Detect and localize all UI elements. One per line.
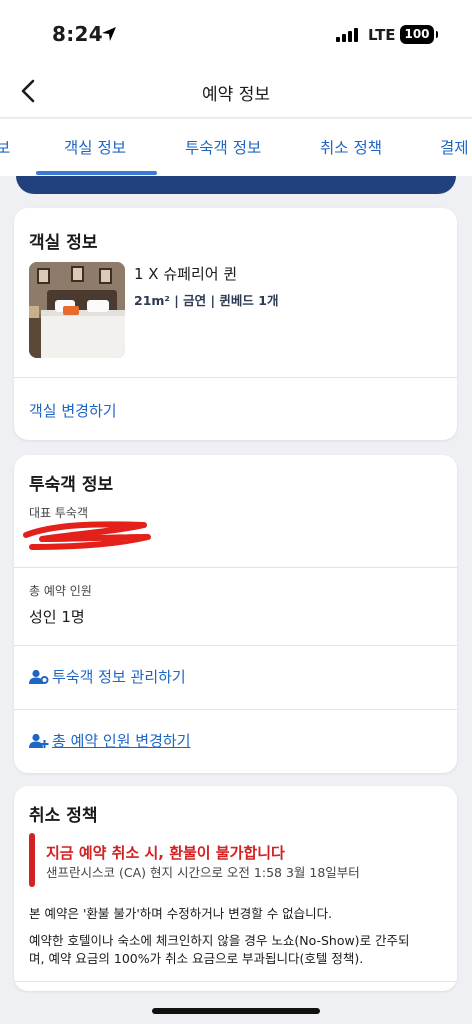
room-name: 1 X 슈페리어 퀸 (134, 265, 238, 283)
policy-line-3: 며, 예약 요금의 100%가 취소 요금으로 부과됩니다(호텔 정책). (29, 951, 364, 966)
active-tab-indicator (36, 171, 157, 175)
guest-info-card: 투숙객 정보 대표 투숙객 총 예약 인원 성인 1명 투숙객 정보 관리하기 … (14, 455, 457, 773)
network-type: LTE (368, 26, 396, 44)
change-room-link[interactable]: 객실 변경하기 (29, 400, 117, 421)
cellular-signal-icon (336, 28, 358, 42)
section-tabs: 보 객실 정보 투숙객 정보 취소 정책 결제 (0, 119, 472, 176)
guest-card-title: 투숙객 정보 (29, 475, 114, 495)
policy-card-title: 취소 정책 (29, 806, 98, 826)
tab-guest-info[interactable]: 투숙객 정보 (185, 136, 261, 158)
divider (14, 567, 457, 568)
room-info-card: 객실 정보 1 X 슈페리어 퀸 21m² | 금연 | 퀸베드 1개 객실 변… (14, 208, 457, 440)
non-refundable-alert: 지금 예약 취소 시, 환불이 불가합니다 (46, 844, 285, 862)
battery-level: 100 (404, 27, 430, 41)
tab-payment[interactable]: 결제 (440, 136, 469, 158)
battery-icon: 100 (400, 25, 438, 44)
policy-line-1: 본 예약은 '환불 불가'하며 수정하거나 변경할 수 없습니다. (29, 906, 333, 921)
status-time: 8:24 (52, 22, 103, 46)
room-card-title: 객실 정보 (29, 233, 98, 253)
person-add-icon (29, 733, 49, 748)
person-gear-icon (29, 669, 49, 684)
redacted-guest-name (23, 521, 151, 550)
room-details: 21m² | 금연 | 퀸베드 1개 (134, 293, 279, 308)
cancel-policy-card: 취소 정책 지금 예약 취소 시, 환불이 불가합니다 샌프란시스코 (CA) … (14, 786, 457, 991)
divider (14, 645, 457, 646)
tab-hotel-info[interactable]: 보 (0, 136, 10, 158)
policy-line-2: 예약한 호텔이나 숙소에 체크인하지 않을 경우 노쇼(No-Show)로 간주… (29, 933, 410, 948)
change-guest-count-link[interactable]: 총 예약 인원 변경하기 (52, 730, 191, 751)
tab-room-info[interactable]: 객실 정보 (64, 136, 126, 158)
divider (14, 709, 457, 710)
divider (14, 981, 457, 982)
home-indicator (152, 1008, 320, 1014)
alert-bar (29, 833, 35, 887)
status-bar: 8:24 LTE 100 (0, 0, 472, 70)
policy-effective-time: 샌프란시스코 (CA) 현지 시간으로 오전 1:58 3월 18일부터 (46, 865, 360, 880)
room-photo (29, 262, 125, 358)
manage-guest-link[interactable]: 투숙객 정보 관리하기 (52, 666, 186, 687)
page-title: 예약 정보 (202, 85, 270, 105)
total-guests-value: 성인 1명 (29, 608, 85, 626)
nav-header: 예약 정보 (0, 70, 472, 118)
total-guests-label: 총 예약 인원 (29, 584, 92, 598)
location-arrow-icon (102, 27, 116, 41)
divider (14, 377, 457, 378)
tab-cancel-policy[interactable]: 취소 정책 (320, 136, 382, 158)
